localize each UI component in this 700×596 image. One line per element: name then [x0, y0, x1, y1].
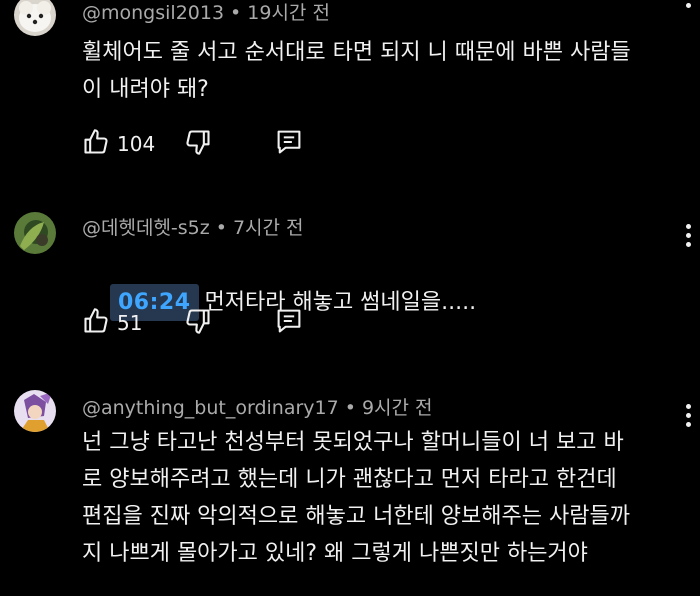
comment-1: @mongsil2013 • 19시간 전 휠체어도 줄 서고 순서대로 타면 되지… [0, 0, 700, 180]
thumbs-down-icon [186, 130, 210, 155]
reply-button[interactable] [274, 307, 304, 339]
thumbs-down-icon [186, 309, 210, 334]
reply-comment-icon [277, 309, 301, 333]
avatar[interactable] [14, 0, 56, 36]
comment-3: @anything_but_ordinary17 • 9시간 전 넌 그냥 타고난 … [0, 380, 700, 596]
comment-time: 19시간 전 [247, 2, 330, 24]
more-options-icon[interactable] [684, 224, 692, 247]
like-button[interactable] [82, 128, 110, 160]
like-count: 104 [117, 132, 156, 156]
green-nature-avatar-icon [14, 212, 56, 254]
comment-author[interactable]: @데헷데헷-s5z [82, 217, 210, 239]
dislike-button[interactable] [184, 307, 212, 339]
reply-button[interactable] [274, 128, 304, 160]
anime-character-avatar-icon [14, 390, 56, 432]
thumbs-up-icon [84, 308, 108, 333]
comment-meta: @mongsil2013 • 19시간 전 [82, 0, 330, 25]
like-count: 51 [117, 311, 143, 335]
meta-separator: • [344, 397, 356, 419]
dislike-button[interactable] [184, 128, 212, 160]
like-button[interactable] [82, 307, 110, 339]
comment-text: 넌 그냥 타고난 천성부터 못되었구나 할머니들이 너 보고 바 로 양보해주려… [82, 430, 630, 566]
comment-author[interactable]: @anything_but_ordinary17 [82, 397, 339, 419]
comment-author[interactable]: @mongsil2013 [82, 2, 224, 24]
comment-meta: @anything_but_ordinary17 • 9시간 전 [82, 393, 433, 420]
comment-2: @데헷데헷-s5z • 7시간 전 06:24 먼저타라 해놓고 썸네일을..... … [0, 200, 700, 360]
white-dog-avatar-icon [14, 0, 56, 36]
comment-body: 먼저타라 해놓고 썸네일을..... [204, 290, 477, 315]
comment-meta: @데헷데헷-s5z • 7시간 전 [82, 213, 304, 240]
comment-time: 7시간 전 [232, 217, 304, 239]
comment-text: 06:24 먼저타라 해놓고 썸네일을..... [82, 247, 682, 358]
more-options-icon[interactable] [684, 404, 692, 427]
meta-separator: • [230, 2, 242, 24]
avatar[interactable] [14, 390, 56, 432]
more-options-icon[interactable] [684, 0, 692, 8]
avatar[interactable] [14, 212, 56, 254]
reply-comment-icon [277, 130, 301, 154]
comment-time: 9시간 전 [361, 397, 433, 419]
thumbs-up-icon [84, 129, 108, 154]
comment-text: 휠체어도 줄 서고 순서대로 타면 되지 니 때문에 바쁜 사람들 이 내려야 … [82, 40, 631, 102]
meta-separator: • [215, 217, 227, 239]
